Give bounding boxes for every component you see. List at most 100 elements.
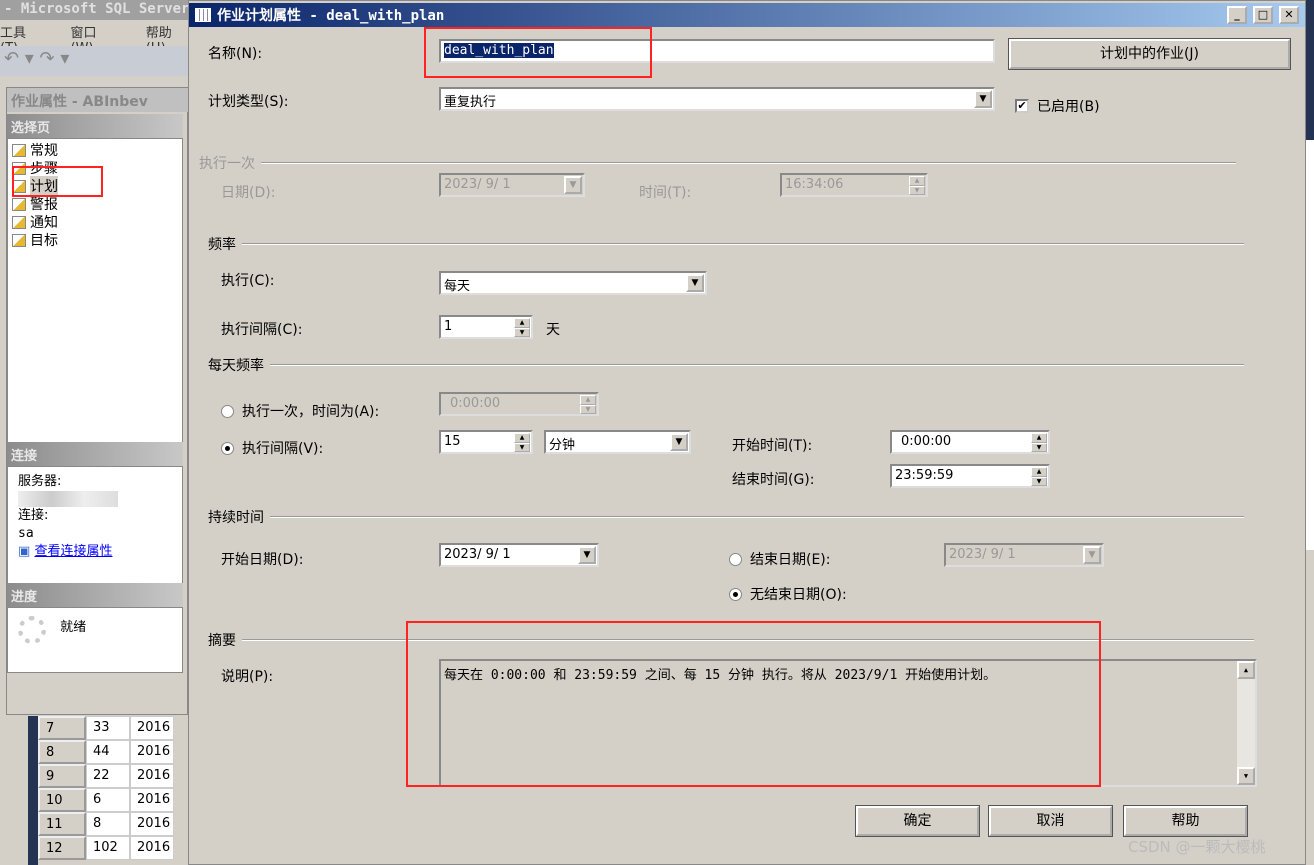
menu-window[interactable]: 窗口(W) (71, 22, 118, 56)
occurs-label: 执行(C): (221, 273, 275, 289)
every-interval-input[interactable]: 15 ▲ ▼ (439, 430, 533, 454)
scroll-up-icon[interactable]: ▲ (1237, 661, 1255, 679)
start-date-picker[interactable]: 2023/ 9/ 1 ▼ (439, 543, 599, 567)
schedule-type-label: 计划类型(S): (208, 94, 289, 110)
table-cell[interactable]: 2016 (130, 836, 174, 860)
server-value-blurred (18, 491, 118, 507)
jobs-in-schedule-button[interactable]: 计划中的作业(J) (1008, 38, 1291, 70)
minimize-button[interactable]: _ (1227, 6, 1247, 24)
table-cell[interactable]: 102 (86, 836, 130, 860)
spinner-arrows-icon[interactable]: ▲ ▼ (1031, 467, 1047, 486)
chevron-down-icon: ▼ (564, 176, 582, 194)
chevron-down-icon[interactable]: ▼ (578, 546, 596, 564)
menu-bar: 工具(T) 窗口(W) 帮助(H) (0, 22, 190, 56)
name-label: 名称(N): (208, 46, 263, 62)
start-date-label: 开始日期(D): (221, 552, 304, 568)
schedule-type-select[interactable]: 重复执行 ▼ (439, 87, 995, 111)
radio-icon (221, 441, 234, 455)
end-time-input[interactable]: 23:59:59 ▲ ▼ (890, 464, 1050, 488)
progress-header: 进度 (7, 583, 183, 607)
watermark: CSDN @一颗大樱桃 (1128, 838, 1266, 856)
radio-icon (221, 404, 234, 418)
progress-status: 就绪 (60, 620, 87, 635)
enabled-checkbox[interactable]: ✔ 已启用(B) (1015, 96, 1100, 116)
recurs-label: 执行间隔(C): (221, 322, 303, 338)
close-button[interactable]: ✕ (1279, 6, 1299, 24)
table-cell[interactable]: 2016 (130, 764, 174, 788)
chevron-down-icon[interactable]: ▼ (670, 433, 688, 451)
page-general[interactable]: 常规 (12, 141, 178, 159)
table-cell[interactable]: 44 (86, 740, 130, 764)
scroll-down-icon[interactable]: ▼ (1237, 767, 1255, 785)
table-cell[interactable]: 22 (86, 764, 130, 788)
row-header[interactable]: 7 (38, 716, 86, 740)
menu-help[interactable]: 帮助(H) (146, 22, 190, 56)
date-label: 日期(D): (221, 185, 276, 201)
connection-value: sa (18, 526, 34, 541)
every-unit-select[interactable]: 分钟 ▼ (544, 430, 691, 454)
table-cell[interactable]: 6 (86, 788, 130, 812)
table-cell[interactable]: 2016 (130, 740, 174, 764)
dialog-title: 作业计划属性 - deal_with_plan (217, 8, 445, 24)
description-label: 说明(P): (221, 669, 274, 685)
page-icon (12, 143, 26, 157)
ok-button[interactable]: 确定 (855, 805, 980, 837)
table-cell[interactable]: 2016 (130, 716, 174, 740)
help-button[interactable]: 帮助 (1123, 805, 1248, 837)
row-header[interactable]: 8 (38, 740, 86, 764)
undo-icon[interactable]: ↶ ▾ ↷ ▾ (4, 48, 69, 69)
page-targets[interactable]: 目标 (12, 231, 178, 249)
calendar-icon (195, 8, 211, 22)
spinner-arrows-icon: ▲ ▼ (580, 395, 596, 414)
one-time-time: 16:34:06 ▲ ▼ (780, 173, 928, 197)
chevron-down-icon[interactable]: ▼ (974, 90, 992, 108)
table-cell[interactable]: 2016 (130, 812, 174, 836)
start-time-label: 开始时间(T): (732, 438, 813, 454)
table-cell[interactable]: 8 (86, 812, 130, 836)
recurs-input[interactable]: 1 ▲ ▼ (439, 315, 533, 339)
page-notifications[interactable]: 通知 (12, 213, 178, 231)
time-label: 时间(T): (639, 185, 692, 201)
row-header[interactable]: 10 (38, 788, 86, 812)
occurs-once-radio[interactable]: 执行一次，时间为(A): (221, 401, 379, 421)
spinner-arrows-icon[interactable]: ▲ ▼ (514, 318, 530, 337)
schedule-properties-dialog: 作业计划属性 - deal_with_plan _ □ ✕ 名称(N): dea… (188, 0, 1306, 865)
connection-icon: ▣ (18, 544, 31, 559)
table-cell[interactable]: 2016 (130, 788, 174, 812)
server-label: 服务器: (18, 474, 62, 489)
spinner-arrows-icon[interactable]: ▲ ▼ (514, 433, 530, 452)
occurs-every-radio[interactable]: 执行间隔(V): (221, 438, 323, 458)
page-icon (12, 215, 26, 229)
maximize-button[interactable]: □ (1253, 6, 1273, 24)
row-header[interactable]: 12 (38, 836, 86, 860)
frequency-group: 频率 (208, 234, 1244, 254)
highlight-box (406, 621, 1101, 787)
background-ssms-window: - Microsoft SQL Server 工具(T) 窗口(W) 帮助(H)… (0, 0, 190, 865)
connection-label: 连接: (18, 508, 49, 523)
highlight-box (12, 166, 103, 197)
one-time-group: 执行一次 (199, 153, 1236, 173)
occurs-select[interactable]: 每天 ▼ (439, 271, 707, 295)
scrollbar[interactable]: ▲ ▼ (1237, 661, 1255, 785)
grid-border (28, 716, 38, 865)
row-header[interactable]: 9 (38, 764, 86, 788)
occurs-once-time: 0:00:00 ▲ ▼ (439, 392, 599, 416)
page-alerts[interactable]: 警报 (12, 195, 178, 213)
job-window-title: 作业属性 - ABInbev (7, 88, 189, 112)
menu-tools[interactable]: 工具(T) (0, 22, 43, 56)
page-icon (12, 233, 26, 247)
start-time-input[interactable]: 0:00:00 ▲ ▼ (890, 430, 1050, 454)
daily-frequency-group: 每天频率 (208, 355, 1244, 375)
cancel-button[interactable]: 取消 (988, 805, 1113, 837)
one-time-date: 2023/ 9/ 1 ▼ (439, 173, 585, 197)
spinner-arrows-icon[interactable]: ▲ ▼ (1031, 433, 1047, 452)
row-header[interactable]: 11 (38, 812, 86, 836)
no-end-date-radio[interactable]: 无结束日期(O): (729, 584, 847, 604)
background-window-edge (1306, 0, 1314, 865)
end-date-picker: 2023/ 9/ 1 ▼ (944, 543, 1104, 567)
table-cell[interactable]: 33 (86, 716, 130, 740)
end-time-label: 结束时间(G): (732, 472, 815, 488)
chevron-down-icon[interactable]: ▼ (686, 274, 704, 292)
view-connection-properties-link[interactable]: 查看连接属性 (34, 544, 112, 559)
end-date-radio[interactable]: 结束日期(E): (729, 549, 831, 569)
